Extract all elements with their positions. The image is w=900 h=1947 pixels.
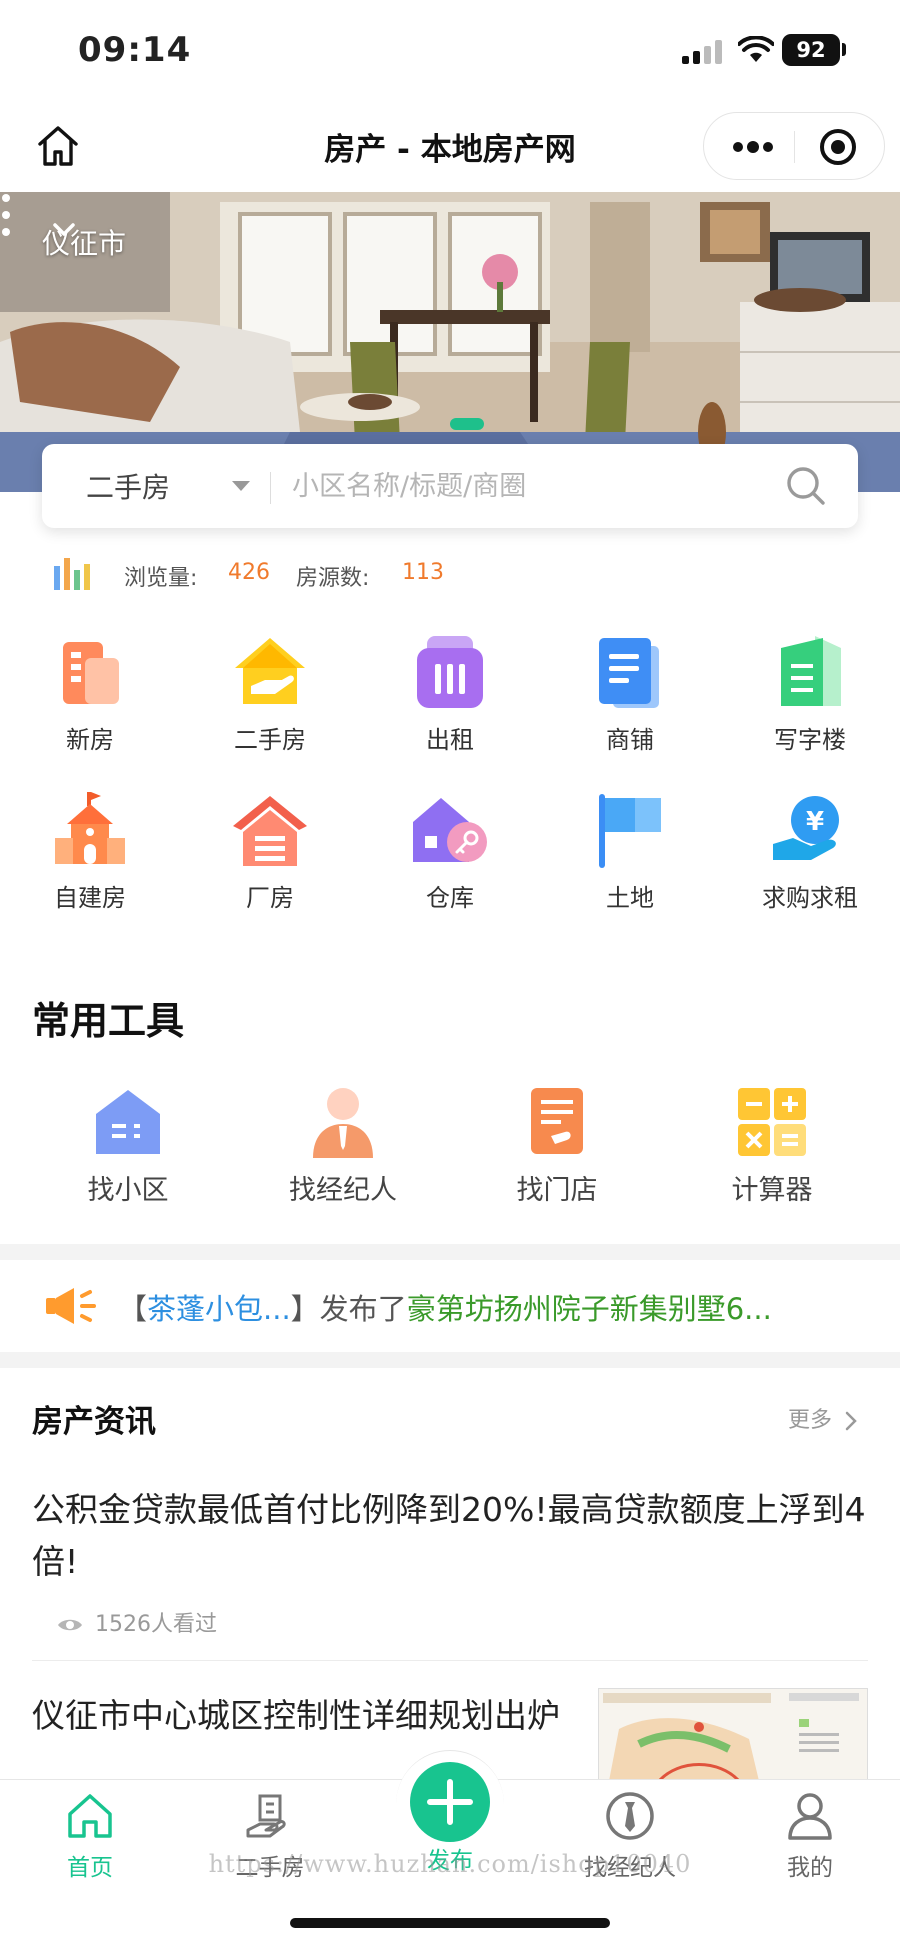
ticker-listing[interactable]: 豪第坊扬州院子新集别墅6... [407,1292,772,1326]
tools-section-title: 常用工具 [32,999,185,1043]
city-selector[interactable]: 仪征市 [42,222,126,262]
category-label: 求购求租 [762,884,858,912]
news-item-title[interactable]: 公积金贷款最低首付比例降到20%!最高贷款额度上浮到4倍! [32,1484,872,1588]
search-bar: 二手房 [42,444,858,528]
tool-find-agent[interactable]: 找经纪人 [243,1086,443,1207]
office-icon [781,636,841,706]
vertical-more-icon[interactable] [0,192,12,238]
search-input[interactable] [292,464,792,508]
category-warehouse[interactable]: 仓库 [360,792,540,913]
home-indicator[interactable] [290,1918,610,1928]
status-bar: 09:14 92 [0,0,900,100]
views-count: 1526人看过 [95,1612,217,1637]
category-label: 出租 [426,726,474,754]
flag-icon [599,794,661,868]
bar-chart-icon [54,558,90,590]
ticker-prefix: 【 [118,1292,148,1326]
category-new-house[interactable]: 新房 [0,634,180,755]
category-label: 写字楼 [774,726,846,754]
community-icon [96,1090,160,1154]
category-label: 二手房 [234,726,306,754]
search-category-select[interactable]: 二手房 [86,466,170,506]
home-icon [68,1794,112,1838]
building-icon [63,642,119,704]
mini-program-capsule [703,112,885,180]
shop-icon [599,638,659,708]
section-divider [0,1352,900,1368]
tool-label: 找门店 [516,1175,598,1206]
category-label: 商铺 [606,726,654,754]
carousel-indicator [450,418,484,430]
yuan-hand-icon: ¥ [773,796,839,860]
category-self-built[interactable]: 自建房 [0,792,180,913]
signal-icon [682,40,722,64]
second-hand-house-icon [246,1794,286,1838]
views-label: 浏览量: [124,566,198,591]
nav-bar: 房产 - 本地房产网 [0,100,900,192]
news-more-link[interactable]: 更多 [788,1402,857,1434]
section-divider [0,1244,900,1260]
tool-find-community[interactable]: 找小区 [28,1086,228,1207]
more-icon[interactable] [730,133,776,161]
tool-calculator[interactable]: 计算器 [672,1086,872,1207]
status-time: 09:14 [78,30,192,70]
user-icon [788,1793,832,1840]
category-rent[interactable]: 出租 [360,634,540,755]
warehouse-icon [413,798,487,862]
category-factory[interactable]: 厂房 [180,792,360,913]
wifi-icon [738,36,774,62]
ticker-text: 【茶蓬小包...】发布了豪第坊扬州院子新集别墅6... [118,1286,772,1328]
news-section-title: 房产资讯 [32,1404,156,1440]
category-label: 土地 [606,884,654,912]
rent-icon [417,636,483,708]
close-target-icon[interactable] [818,127,858,167]
tool-label: 计算器 [731,1175,813,1206]
more-label: 更多 [788,1408,833,1433]
eye-icon [58,1619,82,1631]
category-label: 自建房 [54,884,126,912]
plus-icon [427,1779,473,1825]
svg-text:¥: ¥ [806,807,824,837]
store-icon [531,1088,583,1154]
publish-button[interactable] [410,1762,490,1842]
ticker-user[interactable]: 茶蓬小包... [147,1292,291,1326]
chevron-right-icon [845,1411,857,1431]
speaker-icon [46,1288,96,1324]
category-label: 厂房 [246,884,294,912]
listings-label: 房源数: [296,566,370,591]
category-shop[interactable]: 商铺 [540,634,720,755]
chevron-down-icon [53,223,75,236]
map-thumbnail-image [599,1689,867,1779]
house-hand-icon [235,638,305,704]
category-office[interactable]: 写字楼 [720,634,900,755]
calculator-icon [738,1088,806,1156]
category-second-hand[interactable]: 二手房 [180,634,360,755]
announcement-ticker[interactable]: 【茶蓬小包...】发布了豪第坊扬州院子新集别墅6... [0,1262,900,1350]
caret-down-icon[interactable] [232,481,250,491]
search-icon[interactable] [784,464,828,508]
category-label: 仓库 [426,884,474,912]
tool-find-store[interactable]: 找门店 [457,1086,657,1207]
self-built-house-icon [55,792,125,864]
news-thumbnail[interactable] [598,1688,868,1780]
ticker-middle: 】发布了 [290,1292,407,1326]
news-divider [32,1660,868,1661]
category-wanted[interactable]: ¥ 求购求租 [720,792,900,913]
listings-value: 113 [402,560,444,585]
views-value: 426 [228,560,270,585]
news-item-title[interactable]: 仪征市中心城区控制性详细规划出炉 [32,1690,592,1742]
tool-label: 找经纪人 [289,1175,397,1206]
tool-label: 找小区 [87,1175,169,1206]
watermark-text: https://www.huzhan.com/ishop10040 [208,1850,692,1878]
category-land[interactable]: 土地 [540,792,720,913]
search-divider [270,472,271,504]
capsule-divider [794,131,795,163]
category-label: 新房 [66,726,114,754]
agent-tie-icon [606,1792,654,1840]
battery-indicator: 92 [782,34,840,66]
factory-icon [233,796,307,866]
news-item-views: 1526人看过 [56,1606,217,1638]
agent-icon [313,1088,373,1158]
battery-tip [842,43,846,56]
